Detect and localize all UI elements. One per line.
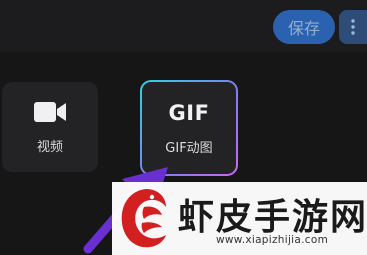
gif-tool-label: GIF动图 <box>165 140 213 156</box>
video-camera-icon <box>34 101 66 122</box>
video-tool-label: 视频 <box>36 139 63 155</box>
save-button[interactable]: 保存 <box>273 10 335 44</box>
gif-icon: GIF <box>168 100 210 125</box>
shrimp-logo-icon <box>121 189 166 248</box>
more-options-button[interactable] <box>339 10 367 44</box>
more-vertical-icon <box>351 19 355 35</box>
top-toolbar: 保存 <box>0 0 367 52</box>
video-tool-button[interactable]: 视频 <box>2 82 98 172</box>
watermark: 虾皮手游网 www.xiapizhijia.com <box>112 182 367 255</box>
watermark-title: 虾皮手游网 <box>178 197 367 238</box>
watermark-url: www.xiapizhijia.com <box>216 234 329 246</box>
gif-tool-button[interactable]: GIF GIF动图 <box>140 80 238 176</box>
